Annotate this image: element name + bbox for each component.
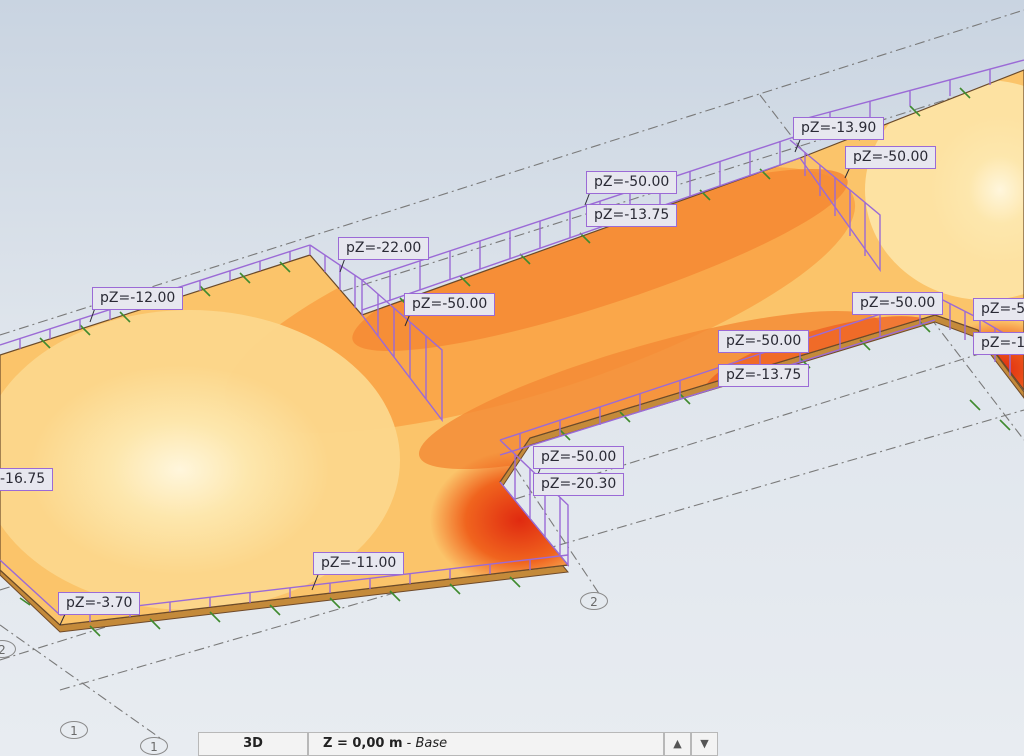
load-label[interactable]: pZ=-50.00	[718, 330, 810, 353]
plane-down-button[interactable]: ▼	[691, 732, 718, 756]
3d-viewport[interactable]: pZ=-13.90 pZ=-50.00 pZ=-50.00 pZ=-13.75 …	[0, 0, 1024, 756]
load-label[interactable]: pZ=-50.00	[845, 146, 937, 169]
grid-axis-bubble: 1	[60, 721, 88, 739]
plane-elevation: Z = 0,00 m	[323, 736, 403, 751]
load-label[interactable]: -16.75	[0, 468, 54, 491]
load-label[interactable]: pZ=-5(	[973, 298, 1024, 321]
load-label[interactable]: pZ=-50.00	[852, 292, 944, 315]
view-status-bar: 3D Z = 0,00 m - Base ▲ ▼	[198, 732, 718, 756]
structural-model-view	[0, 9, 1024, 739]
grid-axis-bubble: 2	[580, 592, 608, 610]
work-plane-selector[interactable]: Z = 0,00 m - Base	[308, 732, 664, 756]
view-mode-indicator[interactable]: 3D	[198, 732, 308, 756]
grid-axis-bubble: 1	[140, 737, 168, 755]
load-label[interactable]: pZ=-11.00	[313, 552, 405, 575]
load-label[interactable]: pZ=-50.00	[533, 446, 625, 469]
load-label[interactable]: pZ=-1:	[973, 332, 1024, 355]
load-label[interactable]: pZ=-20.30	[533, 473, 625, 496]
load-label[interactable]: pZ=-12.00	[92, 287, 184, 310]
load-label[interactable]: pZ=-3.70	[58, 592, 141, 615]
load-label[interactable]: pZ=-50.00	[586, 171, 678, 194]
load-label[interactable]: pZ=-13.75	[718, 364, 810, 387]
load-label[interactable]: pZ=-13.75	[586, 204, 678, 227]
load-label[interactable]: pZ=-13.90	[793, 117, 885, 140]
plane-name: Base	[415, 736, 448, 751]
plane-separator: -	[402, 736, 416, 751]
load-label[interactable]: pZ=-22.00	[338, 237, 430, 260]
plane-up-button[interactable]: ▲	[664, 732, 691, 756]
load-label[interactable]: pZ=-50.00	[404, 293, 496, 316]
